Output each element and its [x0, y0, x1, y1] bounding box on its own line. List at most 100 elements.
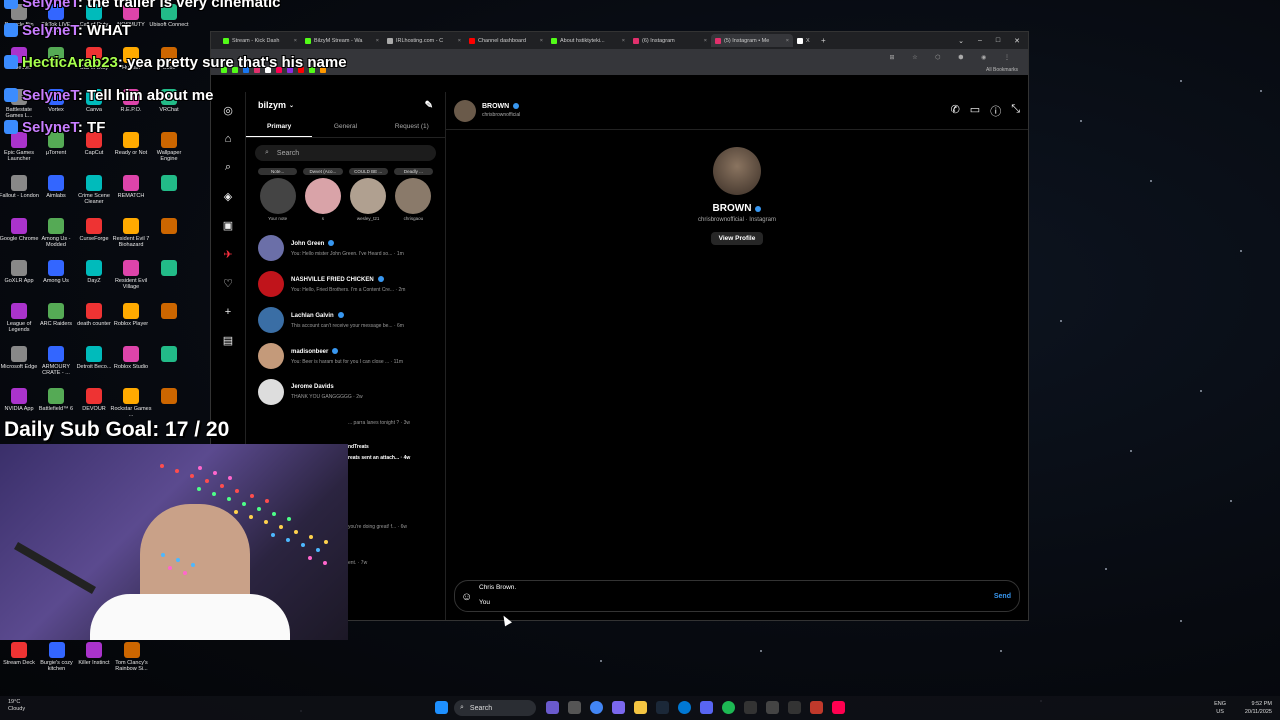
conversation-item[interactable]: madisonbeer You: Beer is haram but for yo… [246, 338, 445, 374]
tab-general[interactable]: General [312, 118, 378, 137]
search-icon[interactable]: ⌕ [225, 161, 231, 174]
desktop-icon[interactable] [148, 302, 190, 321]
extension-icons[interactable]: ⊞ ☆ ⬡ ⬢ ◉ ⋮ [890, 54, 1018, 61]
emoji-icon[interactable]: ☺ [461, 591, 472, 603]
avatar[interactable] [454, 99, 476, 122]
task-view-icon[interactable] [568, 701, 581, 714]
desktop-icon[interactable]: Resident Evil Village [110, 260, 152, 290]
desktop-icon[interactable]: Wallpaper Engine [148, 132, 190, 162]
note-item[interactable]: COULD BE ... wesley_t21 [348, 168, 388, 230]
conversation-item[interactable]: NASHVILLE FRIED CHICKEN You: Hello, Fried… [246, 266, 445, 302]
start-icon[interactable] [435, 701, 448, 714]
create-icon[interactable]: + [225, 306, 231, 318]
desktop-icon[interactable]: Tom Clancy's Rainbow Si... [111, 642, 153, 672]
phone-icon[interactable]: ✆ [951, 103, 960, 119]
desktop-icon[interactable]: DayZ [73, 260, 115, 284]
messages-icon[interactable]: ✈ [223, 248, 232, 261]
desktop-icon[interactable] [148, 345, 190, 364]
desktop-icon[interactable]: ARC Raiders [35, 302, 77, 327]
conversation-preview[interactable]: ent. · 7w [348, 560, 367, 566]
desktop-icon[interactable]: Roblox Player [110, 302, 152, 327]
taskbar-search[interactable]: ⌕ Search [454, 700, 536, 716]
tab-search-icon[interactable]: ⌄ [958, 37, 964, 45]
close-tab-icon[interactable]: × [704, 38, 707, 44]
edge-icon[interactable] [678, 701, 691, 714]
taskbar-app-icon[interactable] [744, 701, 757, 714]
close-tab-icon[interactable]: × [786, 38, 789, 44]
taskbar-app-icon[interactable] [766, 701, 779, 714]
desktop-icon[interactable] [148, 174, 190, 193]
compose-icon[interactable]: ✎ [425, 100, 433, 111]
taskbar-app-icon[interactable] [612, 701, 625, 714]
desktop-icon[interactable]: Rockstar Games ... [110, 388, 152, 418]
new-tab-icon[interactable]: + [821, 36, 826, 45]
desktop-icon[interactable]: death counter [73, 302, 115, 327]
clock[interactable]: 9:52 PM 20/11/2025 [1245, 700, 1272, 716]
desktop-icon[interactable]: Ready or Not [110, 132, 152, 156]
file-explorer-icon[interactable] [634, 701, 647, 714]
video-icon[interactable]: ▭ [970, 103, 980, 119]
note-item[interactable]: Dwvet (Aco... s [303, 168, 343, 230]
desktop-icon[interactable]: DEVOUR [73, 388, 115, 412]
desktop-icon[interactable]: Detroit Beco... [73, 345, 115, 370]
steam-icon[interactable] [656, 701, 669, 714]
chevron-down-icon[interactable]: ⌄ [289, 102, 294, 109]
chrome-icon[interactable] [590, 701, 603, 714]
browser-tab[interactable]: IRLhosting.com - C × [383, 34, 465, 47]
note-item[interactable]: Note... Your note [258, 168, 298, 230]
tab-primary[interactable]: Primary [246, 118, 313, 137]
desktop-icon[interactable] [148, 388, 190, 406]
desktop-icon[interactable]: Killer Instinct [73, 642, 115, 666]
view-profile-button[interactable]: View Profile [710, 232, 764, 245]
conversation-item[interactable]: Jerome Davids THANK YOU GANGGGGG · 2w [246, 374, 445, 410]
close-tab-icon[interactable]: × [540, 38, 543, 44]
note-item[interactable]: Deadly ... chrisgaou [393, 168, 433, 230]
desktop-icon[interactable]: Google Chrome [0, 217, 40, 242]
conversation-item[interactable]: Lachlan Galvin This account can't receive… [246, 302, 445, 338]
close-tab-icon[interactable]: × [294, 38, 297, 44]
close-icon[interactable]: ✕ [1014, 37, 1020, 45]
language-indicator[interactable]: ENG US [1214, 700, 1226, 716]
taskbar-app-icon[interactable] [788, 701, 801, 714]
tiktok-icon[interactable] [832, 701, 845, 714]
conversation-preview[interactable]: ... parra lanes tonight ? · 3w [348, 420, 410, 426]
desktop-icon[interactable] [148, 217, 190, 236]
browser-tab[interactable]: (5) Instagram • Me × [711, 34, 793, 47]
browser-tab[interactable]: Stream - Kick Dash × [219, 34, 301, 47]
desktop-icon[interactable] [148, 260, 190, 278]
thread-name[interactable]: BROWN [482, 103, 509, 110]
browser-tab[interactable]: BilzyM Stream - Wa × [301, 34, 383, 47]
collapse-icon[interactable]: ⤡ [1011, 103, 1020, 119]
close-tab-icon[interactable]: × [458, 38, 461, 44]
taskbar-app-icon[interactable] [810, 701, 823, 714]
desktop-icon[interactable]: Resident Evil 7 Biohazard [110, 217, 152, 248]
browser-tab[interactable]: Channel dashboard × [465, 34, 547, 47]
desktop-icon[interactable]: Burgie's cozy kitchen [36, 642, 78, 672]
taskbar-app-icon[interactable] [546, 701, 559, 714]
browser-tab[interactable]: (6) Instagram × [629, 34, 711, 47]
discord-icon[interactable] [700, 701, 713, 714]
all-bookmarks[interactable]: All Bookmarks [986, 67, 1018, 73]
desktop-icon[interactable]: Microsoft Edge [0, 345, 40, 370]
minimize-icon[interactable]: – [978, 37, 982, 45]
message-composer[interactable]: ☺ Chris Brown. You Send [454, 580, 1020, 612]
maximize-icon[interactable]: □ [996, 37, 1000, 45]
desktop-icon[interactable]: Fallout - London [0, 174, 40, 199]
send-button[interactable]: Send [994, 593, 1011, 600]
desktop-icon[interactable]: Roblox Studio [110, 345, 152, 370]
explore-icon[interactable]: ◈ [224, 190, 232, 203]
desktop-icon[interactable]: CurseForge [73, 217, 115, 242]
spotify-icon[interactable] [722, 701, 735, 714]
browser-tab[interactable]: About hstiktyteki... × [547, 34, 629, 47]
close-tab-icon[interactable]: × [376, 38, 379, 44]
desktop-icon[interactable]: Epic Games Launcher [0, 132, 40, 162]
desktop-icon[interactable]: Aimlabs [35, 174, 77, 199]
conversation-preview[interactable]: reats sent an attach... · 4w [348, 455, 410, 461]
conversation-preview[interactable]: you're doing great! f... · 6w [348, 524, 407, 530]
conversation-preview[interactable]: ndTreats [348, 444, 369, 450]
search-input[interactable]: ⌕ Search [255, 145, 436, 161]
account-name[interactable]: bilzym [258, 100, 286, 110]
desktop-icon[interactable]: NVIDIA App [0, 388, 40, 412]
info-icon[interactable]: ⓘ [990, 103, 1001, 119]
tab-requests[interactable]: Request (1) [379, 118, 445, 137]
